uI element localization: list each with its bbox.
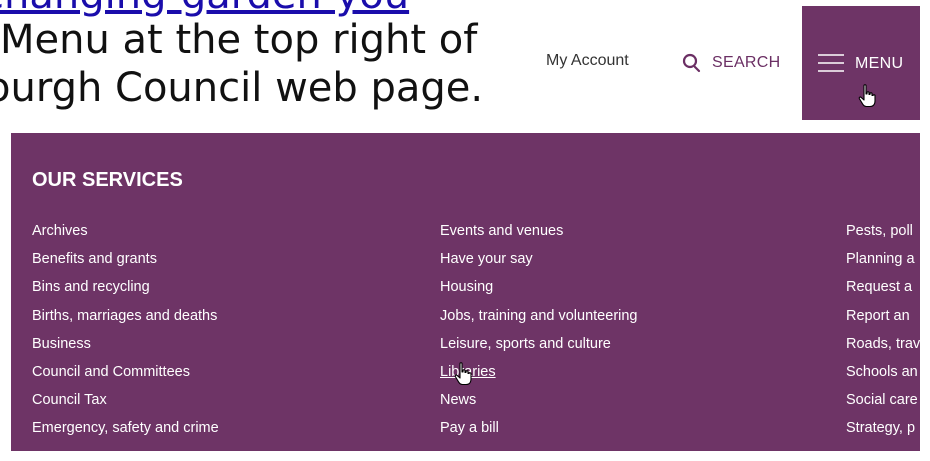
menu-button[interactable]: MENU bbox=[802, 6, 920, 120]
search-icon bbox=[682, 53, 701, 73]
hamburger-icon bbox=[818, 54, 844, 72]
hand-pointer-icon bbox=[454, 362, 472, 386]
search-label: SEARCH bbox=[712, 54, 781, 71]
service-link[interactable]: Jobs, training and volunteering bbox=[440, 302, 638, 330]
service-link[interactable]: Planning a bbox=[846, 245, 920, 273]
service-link[interactable]: Bins and recycling bbox=[32, 273, 219, 301]
service-link[interactable]: Schools an bbox=[846, 358, 920, 386]
service-link[interactable]: Strategy, p bbox=[846, 414, 920, 442]
service-link[interactable]: Social care bbox=[846, 386, 920, 414]
service-link[interactable]: Council Tax bbox=[32, 386, 219, 414]
service-link[interactable]: Leisure, sports and culture bbox=[440, 330, 638, 358]
service-link[interactable]: Benefits and grants bbox=[32, 245, 219, 273]
service-link[interactable]: Archives bbox=[32, 217, 219, 245]
service-link[interactable]: Report an bbox=[846, 302, 920, 330]
services-column-1: Archives Benefits and grants Bins and re… bbox=[32, 217, 219, 443]
service-link[interactable]: Have your say bbox=[440, 245, 638, 273]
instruction-text: changing-garden-you Menu at the top righ… bbox=[0, 0, 520, 130]
service-link[interactable]: Pay a bill bbox=[440, 414, 638, 442]
service-link[interactable]: Housing bbox=[440, 273, 638, 301]
service-link[interactable]: Request a bbox=[846, 273, 920, 301]
services-menu-panel: OUR SERVICES Archives Benefits and grant… bbox=[11, 133, 920, 451]
service-link[interactable]: Pests, poll bbox=[846, 217, 920, 245]
service-link[interactable]: Business bbox=[32, 330, 219, 358]
service-link[interactable]: Council and Committees bbox=[32, 358, 219, 386]
service-link[interactable]: News bbox=[440, 386, 638, 414]
menu-label: MENU bbox=[855, 55, 904, 72]
hand-pointer-icon bbox=[858, 84, 876, 108]
instruction-line: Menu at the top right of bbox=[0, 17, 478, 63]
my-account-link[interactable]: My Account bbox=[546, 52, 629, 70]
service-link[interactable]: Births, marriages and deaths bbox=[32, 302, 219, 330]
service-link[interactable]: Events and venues bbox=[440, 217, 638, 245]
service-link[interactable]: Roads, trav bbox=[846, 330, 920, 358]
services-column-2: Events and venues Have your say Housing … bbox=[440, 217, 638, 443]
services-heading: OUR SERVICES bbox=[32, 169, 183, 191]
search-button[interactable]: SEARCH bbox=[682, 52, 780, 74]
service-link[interactable]: Emergency, safety and crime bbox=[32, 414, 219, 442]
services-column-3: Pests, poll Planning a Request a Report … bbox=[846, 217, 920, 443]
instruction-line: ourgh Council web page. bbox=[0, 65, 484, 111]
